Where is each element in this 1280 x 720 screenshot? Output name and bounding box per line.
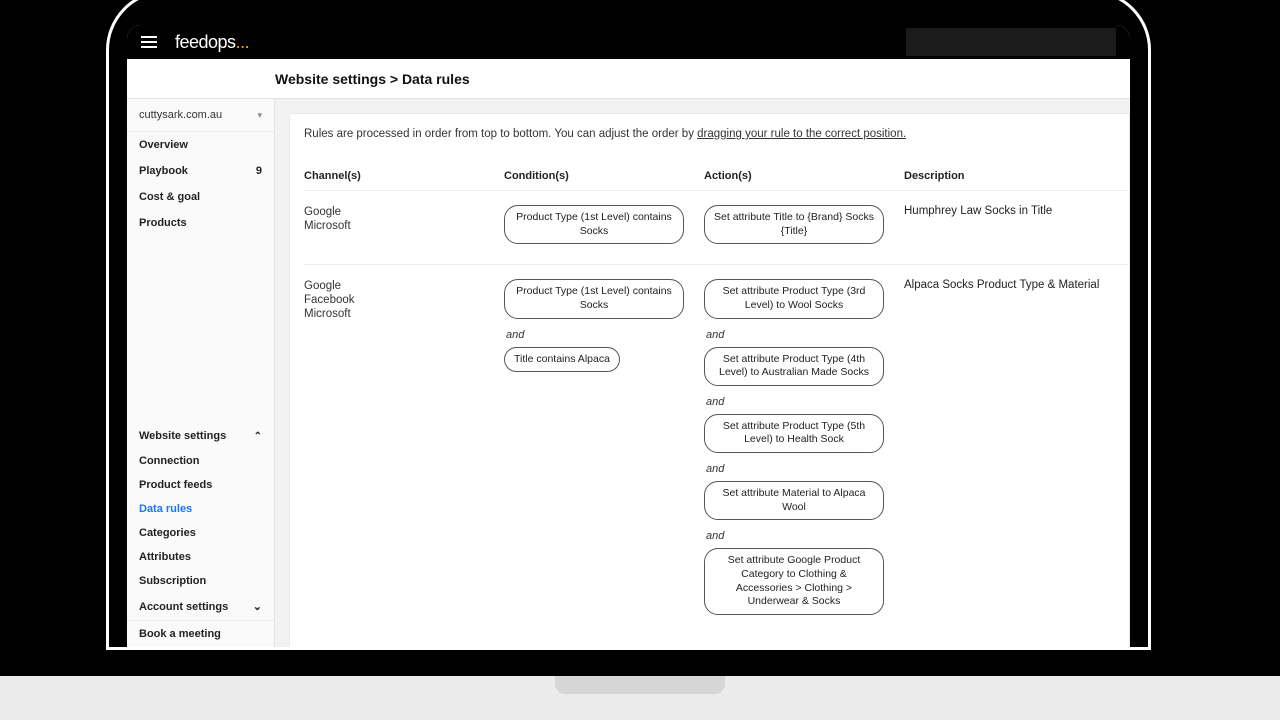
description-cell: Alpaca Socks Product Type & Material — [904, 279, 1129, 621]
sidebar: cuttysark.com.au ▾ Overview Playbook 9 C… — [127, 99, 275, 647]
channel-label: Google — [304, 279, 504, 293]
brand-dots: ... — [236, 32, 250, 52]
conditions-cell: Product Type (1st Level) contains Socks a… — [504, 279, 704, 621]
action-chip[interactable]: Set attribute Product Type (4th Level) t… — [704, 347, 884, 386]
sidebar-section-label: Website settings — [139, 430, 226, 442]
table-header: Channel(s) Condition(s) Action(s) Descri… — [304, 170, 1129, 190]
header-channels: Channel(s) — [304, 170, 504, 182]
condition-chip[interactable]: Product Type (1st Level) contains Socks — [504, 279, 684, 318]
channel-label: Google — [304, 205, 504, 219]
sidebar-item-data-rules[interactable]: Data rules — [127, 497, 274, 521]
sidebar-item-connection[interactable]: Connection — [127, 449, 274, 473]
and-separator: and — [706, 329, 904, 341]
channel-label: Facebook — [304, 293, 504, 307]
main-content: Rules are processed in order from top to… — [275, 99, 1130, 647]
sidebar-item-label: Playbook — [139, 165, 188, 177]
channel-label: Microsoft — [304, 219, 504, 233]
channels-cell: GoogleFacebookMicrosoft — [304, 279, 504, 621]
sidebar-item-attributes[interactable]: Attributes — [127, 545, 274, 569]
trackpad-notch — [555, 676, 725, 694]
and-separator: and — [706, 463, 904, 475]
channels-cell: GoogleMicrosoft — [304, 205, 504, 250]
sidebar-item-cost-goal[interactable]: Cost & goal — [127, 184, 274, 210]
channel-label: Microsoft — [304, 307, 504, 321]
sidebar-item-products[interactable]: Products — [127, 210, 274, 236]
sidebar-item-playbook[interactable]: Playbook 9 — [127, 158, 274, 184]
sidebar-item-overview[interactable]: Overview — [127, 132, 274, 158]
and-separator: and — [506, 329, 704, 341]
breadcrumb-bar: Website settings > Data rules — [127, 59, 1130, 99]
and-separator: and — [706, 530, 904, 542]
sidebar-section-website-settings[interactable]: Website settings ⌃ — [127, 423, 274, 449]
description-cell: Humphrey Law Socks in Title — [904, 205, 1129, 250]
header-conditions: Condition(s) — [504, 170, 704, 182]
site-selector[interactable]: cuttysark.com.au ▾ — [127, 99, 274, 132]
top-bar: feedops... — [127, 25, 1130, 59]
condition-chip[interactable]: Product Type (1st Level) contains Socks — [504, 205, 684, 244]
rules-panel: Rules are processed in order from top to… — [289, 113, 1130, 647]
chevron-down-icon: ▾ — [257, 110, 262, 121]
action-chip[interactable]: Set attribute Product Type (5th Level) t… — [704, 414, 884, 453]
chevron-up-icon: ⌃ — [254, 431, 262, 442]
conditions-cell: Product Type (1st Level) contains Socks — [504, 205, 704, 250]
chevron-down-icon: ⌄ — [253, 600, 262, 613]
header-actions: Action(s) — [704, 170, 904, 182]
topbar-right-slot — [906, 28, 1116, 56]
action-chip[interactable]: Set attribute Product Type (3rd Level) t… — [704, 279, 884, 318]
sidebar-section-label: Account settings — [139, 601, 228, 613]
sidebar-section-account-settings[interactable]: Account settings ⌄ — [127, 593, 274, 620]
and-separator: and — [706, 396, 904, 408]
brand-logo[interactable]: feedops... — [175, 32, 249, 53]
brand-name: feedops — [175, 32, 236, 52]
sidebar-item-subscription[interactable]: Subscription — [127, 569, 274, 593]
table-row[interactable]: GoogleMicrosoftProduct Type (1st Level) … — [304, 190, 1129, 264]
page-title: Website settings > Data rules — [275, 71, 470, 87]
sidebar-item-book-meeting[interactable]: Book a meeting — [127, 620, 274, 647]
sidebar-item-product-feeds[interactable]: Product feeds — [127, 473, 274, 497]
condition-chip[interactable]: Title contains Alpaca — [504, 347, 620, 373]
menu-icon[interactable] — [141, 36, 157, 48]
action-chip[interactable]: Set attribute Title to {Brand} Socks {Ti… — [704, 205, 884, 244]
rules-body: GoogleMicrosoftProduct Type (1st Level) … — [304, 190, 1129, 635]
help-text: Rules are processed in order from top to… — [304, 128, 1129, 140]
table-row[interactable]: GoogleFacebookMicrosoftProduct Type (1st… — [304, 264, 1129, 635]
actions-cell: Set attribute Product Type (3rd Level) t… — [704, 279, 904, 621]
actions-cell: Set attribute Title to {Brand} Socks {Ti… — [704, 205, 904, 250]
sidebar-item-categories[interactable]: Categories — [127, 521, 274, 545]
action-chip[interactable]: Set attribute Google Product Category to… — [704, 548, 884, 615]
header-description: Description — [904, 170, 1129, 182]
rules-table: Channel(s) Condition(s) Action(s) Descri… — [304, 170, 1129, 635]
action-chip[interactable]: Set attribute Material to Alpaca Wool — [704, 481, 884, 520]
site-name: cuttysark.com.au — [139, 109, 222, 121]
playbook-badge: 9 — [256, 165, 262, 177]
